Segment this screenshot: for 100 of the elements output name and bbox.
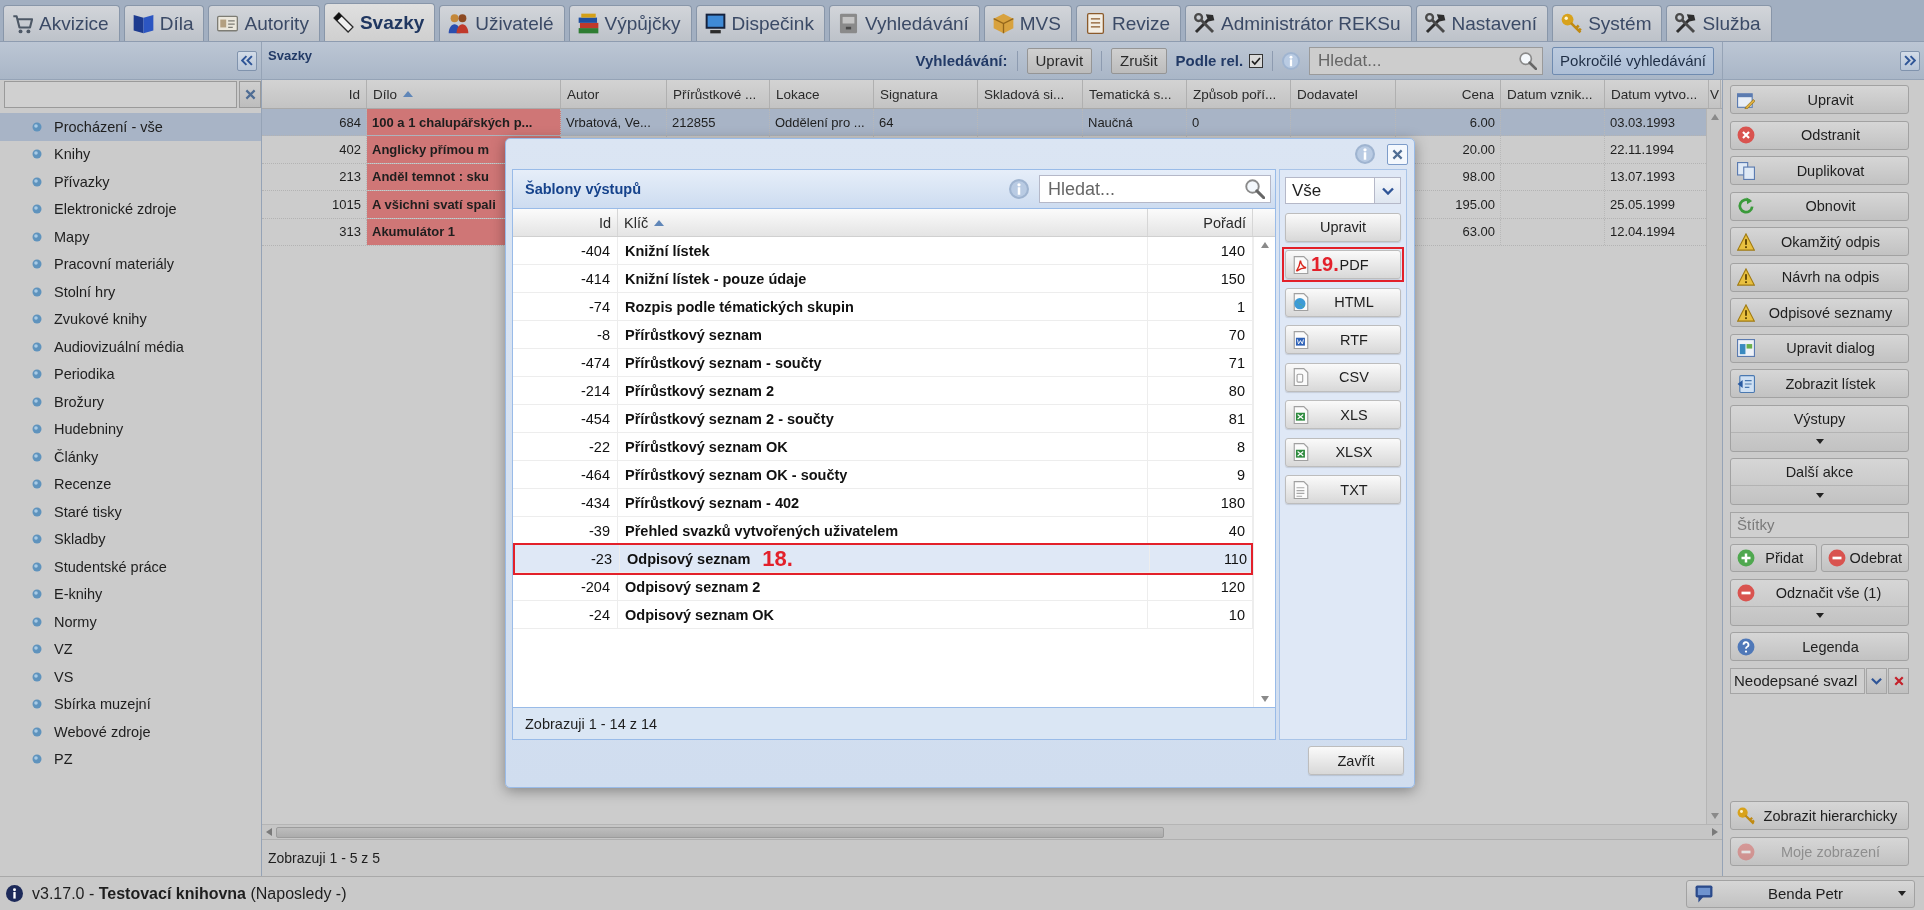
- tab[interactable]: Autority: [208, 5, 320, 41]
- action-button[interactable]: Zobrazit lístek: [1730, 369, 1909, 398]
- close-button[interactable]: [1387, 143, 1408, 165]
- nav-item[interactable]: Články: [0, 443, 261, 471]
- column-header[interactable]: Signatura: [874, 80, 978, 108]
- action-button[interactable]: Okamžitý odpis: [1730, 227, 1909, 256]
- clear-button[interactable]: [1888, 667, 1909, 694]
- clear-button[interactable]: [239, 81, 261, 108]
- nav-item[interactable]: Staré tisky: [0, 498, 261, 526]
- action-button[interactable]: Duplikovat: [1730, 156, 1909, 185]
- user-menu-button[interactable]: Benda Petr: [1686, 879, 1915, 908]
- nav-item[interactable]: Skladby: [0, 525, 261, 553]
- action-button[interactable]: Upravit: [1730, 85, 1909, 114]
- nav-item[interactable]: Normy: [0, 608, 261, 636]
- table-row[interactable]: -214 Přírůstkový seznam 2 80: [513, 377, 1253, 405]
- export-button[interactable]: XLS: [1285, 400, 1401, 429]
- menu-button[interactable]: Další akce: [1730, 458, 1909, 505]
- horizontal-scrollbar[interactable]: [262, 824, 1722, 839]
- table-row[interactable]: -414 Knižní lístek - pouze údaje 150: [513, 265, 1253, 293]
- toolbar-button[interactable]: Upravit: [1026, 47, 1093, 74]
- nav-item[interactable]: Periodika: [0, 360, 261, 388]
- export-button[interactable]: XLSX: [1285, 437, 1401, 467]
- column-header[interactable]: Dílo: [367, 80, 561, 108]
- action-button[interactable]: Přidat: [1730, 544, 1817, 572]
- action-button[interactable]: Odebrat: [1820, 544, 1909, 572]
- tab[interactable]: Díla: [123, 5, 205, 41]
- export-button[interactable]: CSV: [1285, 362, 1401, 392]
- nav-item[interactable]: VZ: [0, 635, 261, 663]
- tab[interactable]: Systém: [1552, 5, 1663, 41]
- column-header[interactable]: Id: [513, 209, 618, 236]
- tab[interactable]: Svazky: [323, 3, 436, 41]
- nav-item[interactable]: Mapy: [0, 223, 261, 251]
- table-row[interactable]: -454 Přírůstkový seznam 2 - součty 81: [513, 405, 1253, 433]
- export-button[interactable]: RTF: [1285, 325, 1401, 354]
- column-header[interactable]: Datum vytvo...: [1605, 80, 1709, 108]
- nav-item[interactable]: Zvukové knihy: [0, 305, 261, 333]
- export-button[interactable]: TXT: [1285, 475, 1401, 504]
- tab[interactable]: Uživatelé: [439, 5, 565, 41]
- nav-item[interactable]: Elektronické zdroje: [0, 195, 261, 223]
- action-button[interactable]: Odstranit: [1730, 120, 1909, 150]
- table-row[interactable]: -23 Odpisový seznam 18. 110: [515, 545, 1251, 573]
- column-header[interactable]: Cena: [1396, 80, 1501, 108]
- search-field[interactable]: [4, 81, 237, 108]
- nav-item[interactable]: Brožury: [0, 388, 261, 416]
- tab[interactable]: Revize: [1076, 5, 1182, 41]
- nav-item[interactable]: Studentské práce: [0, 553, 261, 581]
- table-row[interactable]: -74 Rozpis podle tématických skupin 1: [513, 293, 1253, 321]
- table-row[interactable]: -404 Knižní lístek 140: [513, 237, 1253, 265]
- checkbox[interactable]: [1249, 53, 1264, 68]
- menu-button[interactable]: Odznačit vše (1): [1730, 578, 1909, 626]
- column-header[interactable]: Tematická s...: [1083, 80, 1187, 108]
- nav-item[interactable]: Audiovizuální média: [0, 333, 261, 361]
- column-header[interactable]: Klíč: [618, 209, 1148, 236]
- menu-button[interactable]: Výstupy: [1730, 404, 1909, 452]
- tab[interactable]: Nastavení: [1415, 5, 1549, 41]
- nav-item[interactable]: Pracovní materiály: [0, 250, 261, 278]
- tab[interactable]: Vyhledávání: [828, 5, 980, 41]
- table-row[interactable]: -464 Přírůstkový seznam OK - součty 9: [513, 461, 1253, 489]
- nav-item[interactable]: Přívazky: [0, 168, 261, 196]
- table-row[interactable]: -434 Přírůstkový seznam - 402 180: [513, 489, 1253, 517]
- search-field[interactable]: Hledat...: [1309, 46, 1544, 75]
- column-header[interactable]: Způsob poří...: [1187, 80, 1291, 108]
- tags-field[interactable]: Štítky: [1730, 511, 1909, 538]
- tab[interactable]: MVS: [983, 5, 1072, 41]
- close-dialog-button[interactable]: Zavřít: [1308, 746, 1404, 775]
- nav-item[interactable]: PZ: [0, 745, 261, 773]
- nav-item[interactable]: Stolní hry: [0, 278, 261, 306]
- filter-combo[interactable]: Neodepsané svazl: [1730, 667, 1865, 694]
- table-row[interactable]: -22 Přírůstkový seznam OK 8: [513, 433, 1253, 461]
- toolbar-button[interactable]: Zrušit: [1111, 47, 1167, 74]
- export-button[interactable]: Upravit: [1285, 212, 1401, 242]
- column-header[interactable]: Datum vznik...: [1501, 80, 1605, 108]
- collapse-button[interactable]: [237, 50, 257, 71]
- nav-item[interactable]: Webové zdroje: [0, 718, 261, 746]
- column-header[interactable]: Pořadí: [1148, 209, 1253, 236]
- nav-item[interactable]: E-knihy: [0, 580, 261, 608]
- column-header[interactable]: Autor: [561, 80, 667, 108]
- action-button[interactable]: Odpisové seznamy: [1730, 298, 1909, 327]
- scrollbar-thumb[interactable]: [276, 826, 1164, 838]
- advanced-search-button[interactable]: Pokročilé vyhledávání: [1552, 46, 1714, 75]
- action-button[interactable]: Obnovit: [1730, 191, 1909, 221]
- nav-item[interactable]: Recenze: [0, 470, 261, 498]
- column-header[interactable]: V: [1709, 80, 1721, 108]
- tab[interactable]: Služba: [1666, 5, 1772, 41]
- column-header[interactable]: Dodavatel: [1291, 80, 1396, 108]
- dropdown-button[interactable]: [1866, 667, 1887, 694]
- nav-item[interactable]: Knihy: [0, 140, 261, 168]
- tab[interactable]: Administrátor REKSu: [1185, 5, 1412, 41]
- action-button[interactable]: Upravit dialog: [1730, 333, 1909, 363]
- expand-button[interactable]: [1900, 50, 1920, 71]
- nav-item[interactable]: Procházení - vše: [0, 113, 261, 141]
- filter-select[interactable]: Vše: [1285, 177, 1401, 204]
- column-header[interactable]: Id: [262, 80, 367, 108]
- search-field[interactable]: Hledat...: [1039, 175, 1271, 203]
- tab[interactable]: Výpůjčky: [568, 5, 692, 41]
- column-header[interactable]: Přírůstkové ...: [667, 80, 770, 108]
- table-row[interactable]: -474 Přírůstkový seznam - součty 71: [513, 349, 1253, 377]
- table-row[interactable]: -8 Přírůstkový seznam 70: [513, 321, 1253, 349]
- vertical-scrollbar[interactable]: [1706, 109, 1722, 824]
- export-button[interactable]: HTML: [1285, 287, 1401, 317]
